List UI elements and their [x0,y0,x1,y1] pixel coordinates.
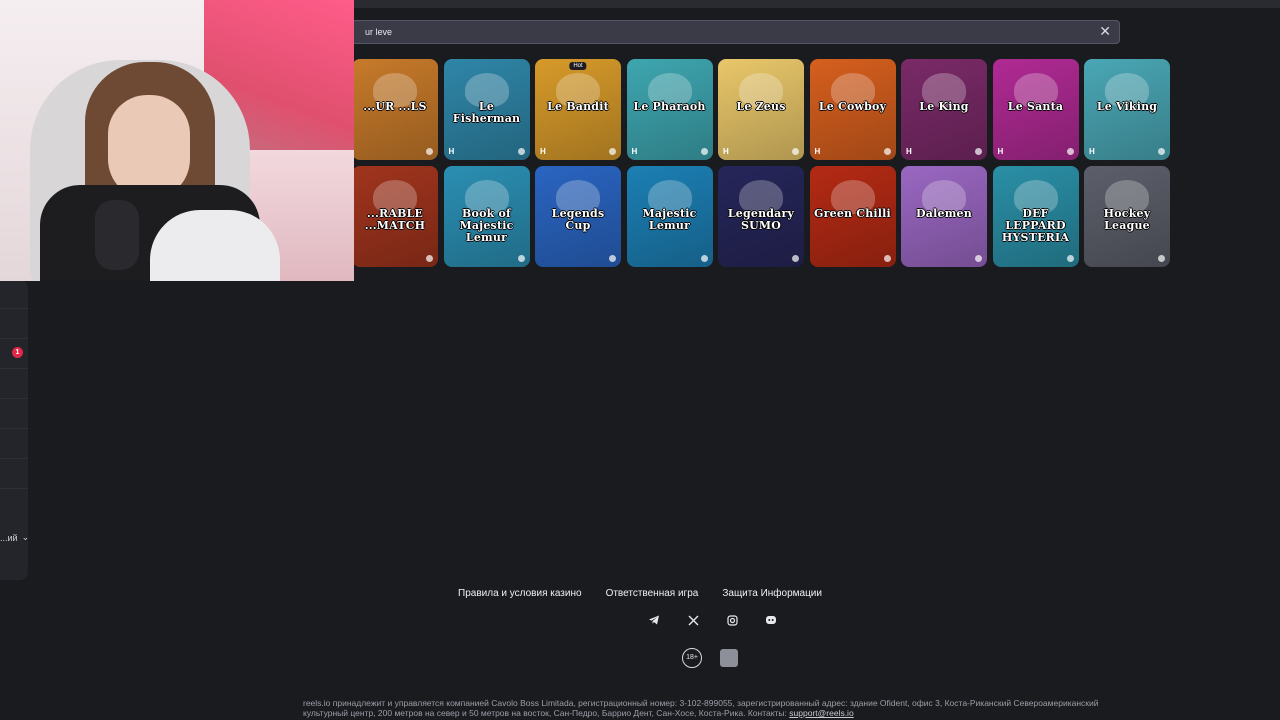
game-title: ...RABLE ...MATCH [364,207,426,232]
game-tile[interactable]: Le Fisherman H [443,59,530,160]
game-tile[interactable]: Book of Majestic Lemur [443,166,530,267]
info-icon[interactable] [792,255,799,262]
support-email-link[interactable]: support@reels.io [789,708,853,718]
game-title: Le Pharaoh [633,100,706,114]
provider-logo: H [540,147,546,156]
footer-links: Правила и условия казино Ответственная и… [0,588,1280,599]
game-title: Legends Cup [551,207,605,232]
webcam-person-knees [150,210,280,281]
footer-link-terms[interactable]: Правила и условия казино [458,588,582,599]
language-selector[interactable]: ...ий ⌄ [0,532,29,543]
chevron-down-icon: ⌄ [21,532,30,542]
info-icon[interactable] [1158,148,1165,155]
telegram-icon[interactable] [646,612,662,628]
info-icon[interactable] [975,255,982,262]
info-icon[interactable] [517,148,525,155]
license-seal-icon[interactable] [720,649,738,667]
info-icon[interactable] [700,148,708,155]
game-title: ...UR ...LS [363,100,427,114]
sidebar-item[interactable] [0,430,28,459]
certification-badges: 18+ [682,648,738,668]
game-title: Le Zeus [736,100,786,114]
game-title: DEF LEPPARD HYSTERIA [1001,207,1070,244]
game-tile[interactable]: Le King H [901,59,987,160]
game-title: Le Fisherman [452,100,521,125]
info-icon[interactable] [517,255,525,262]
close-icon[interactable]: ✕ [1099,23,1111,40]
game-tile[interactable]: Hockey League [1084,166,1170,267]
sidebar-item[interactable] [0,310,28,339]
provider-logo: H [723,147,729,156]
search-input-value: ur leve [365,27,393,37]
game-tile[interactable]: DEF LEPPARD HYSTERIA [992,166,1079,267]
info-icon[interactable] [883,148,891,155]
game-tile[interactable]: Hot Le Bandit H [535,59,621,160]
game-tile[interactable]: Le Pharaoh H [626,59,713,160]
webcam-overlay [0,0,354,281]
game-title: Dalemen [916,207,972,221]
hot-badge: Hot [569,62,587,70]
footer-link-responsible-gaming[interactable]: Ответственная игра [606,588,699,599]
game-title: Majestic Lemur [642,207,697,232]
footer-link-privacy[interactable]: Защита Информации [722,588,822,599]
game-title: Le Santa [1007,100,1064,114]
game-tile[interactable]: Le Zeus H [718,59,804,160]
info-icon[interactable] [1066,255,1074,262]
provider-logo: H [906,147,912,156]
game-tile[interactable]: ...RABLE ...MATCH [352,166,438,267]
search-results-grid: ...UR ...LS Le Fisherman H Hot Le Bandit H Le … [352,59,1170,269]
game-title: Book of Majestic Lemur [459,207,514,244]
provider-logo: H [1089,147,1095,156]
game-tile[interactable]: Le Viking H [1084,59,1170,160]
game-tile[interactable]: ...UR ...LS [352,59,438,160]
info-icon[interactable] [609,148,616,155]
game-title: Le Cowboy [818,100,887,114]
social-links [646,612,779,628]
game-title: Hockey League [1103,207,1151,232]
search-input[interactable]: ur leve ✕ [342,20,1120,44]
game-title: Green Chilli [814,207,891,221]
game-tile[interactable]: Green Chilli [809,166,896,267]
game-title: Legendary SUMO [727,207,795,232]
provider-logo: H [997,147,1004,156]
notification-badge: 1 [12,347,23,358]
x-icon[interactable] [685,612,701,628]
discord-icon[interactable] [763,612,779,628]
game-title: Le Bandit [547,100,609,114]
provider-logo: H [814,147,821,156]
sidebar-item[interactable] [0,280,28,309]
game-tile[interactable]: Dalemen [901,166,987,267]
game-title: Le Viking [1096,100,1158,114]
info-icon[interactable] [792,148,799,155]
sidebar-item[interactable] [0,370,28,399]
game-tile[interactable]: Legendary SUMO [718,166,804,267]
sidebar-item[interactable] [0,460,28,489]
game-tile[interactable]: Legends Cup [535,166,621,267]
info-icon[interactable] [609,255,616,262]
game-title: Le King [919,100,969,114]
webcam-microphone [95,200,139,270]
game-tile[interactable]: Le Santa H [992,59,1079,160]
info-icon[interactable] [975,148,982,155]
language-label: ...ий [0,532,18,543]
game-tile[interactable]: Le Cowboy H [809,59,896,160]
legal-body: reels.io принадлежит и управляется компа… [303,698,1099,718]
info-icon[interactable] [1158,255,1165,262]
instagram-icon[interactable] [724,612,740,628]
provider-logo: H [448,147,455,156]
info-icon[interactable] [426,148,433,155]
info-icon[interactable] [883,255,891,262]
age-restriction-badge: 18+ [682,648,702,668]
sidebar-item[interactable] [0,400,28,429]
provider-logo: H [631,147,638,156]
info-icon[interactable] [1066,148,1074,155]
info-icon[interactable] [700,255,708,262]
legal-text: reels.io принадлежит и управляется компа… [303,698,1103,718]
game-tile[interactable]: Majestic Lemur [626,166,713,267]
info-icon[interactable] [426,255,433,262]
